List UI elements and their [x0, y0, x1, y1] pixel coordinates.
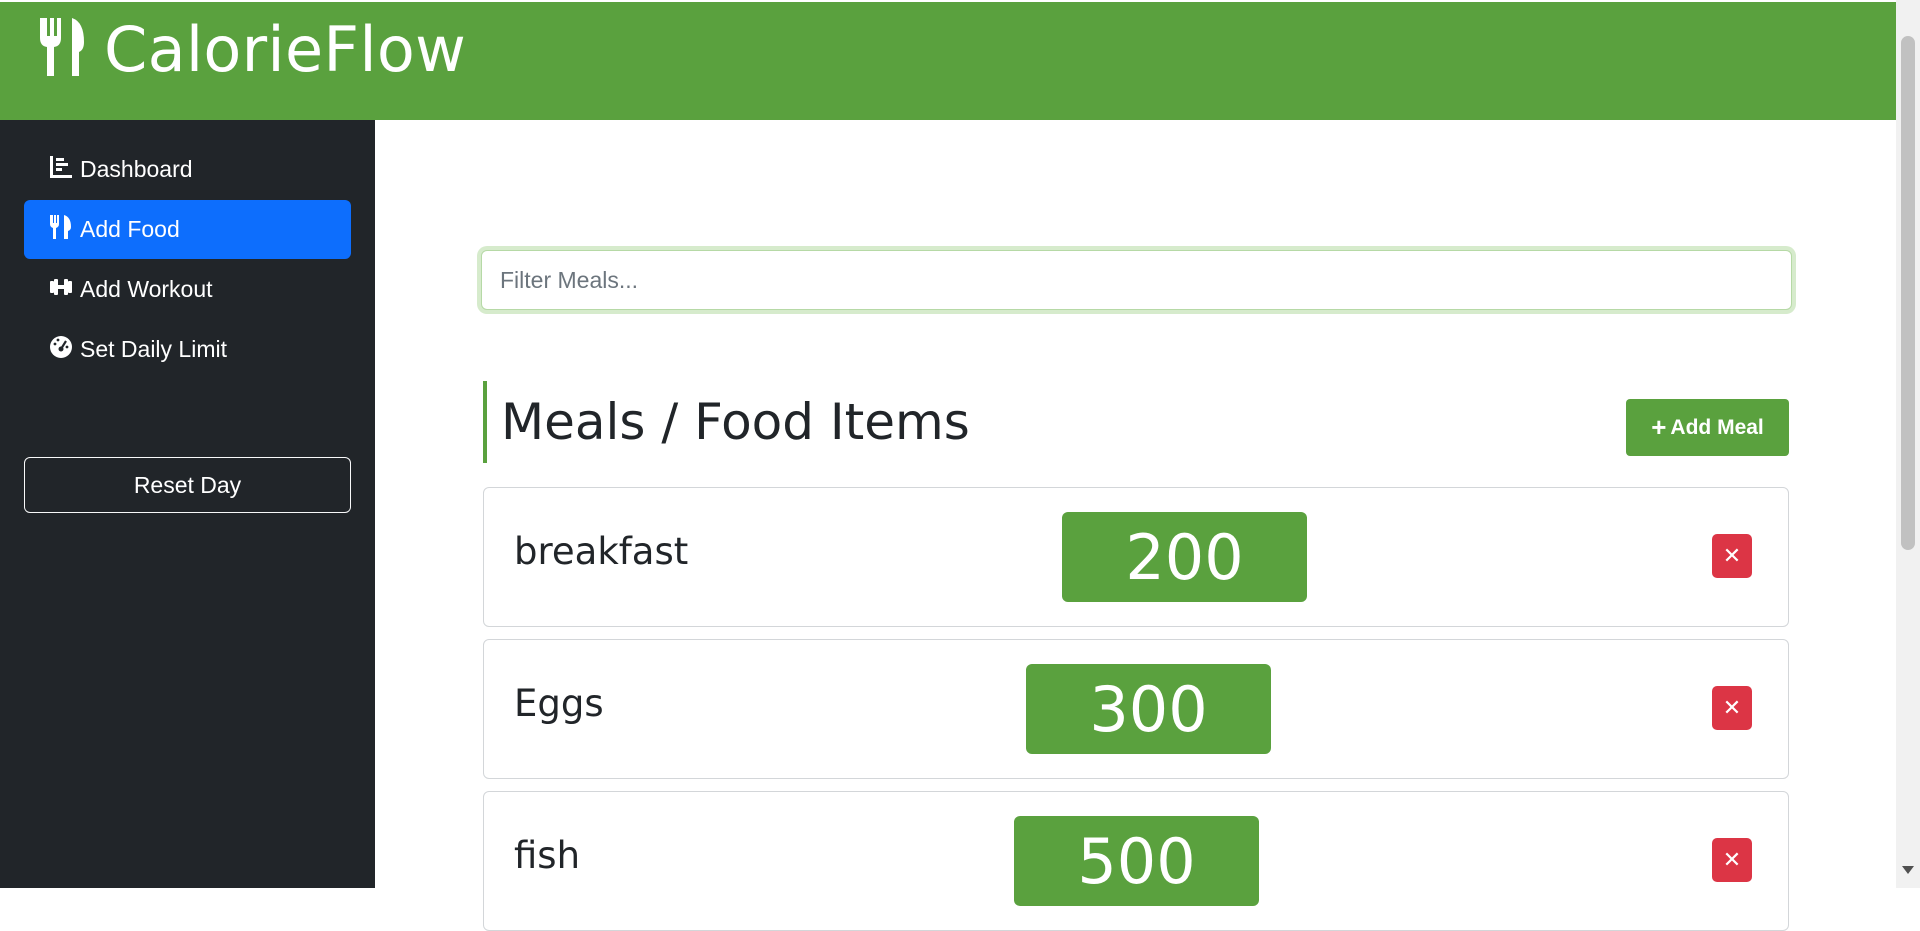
delete-meal-button[interactable]: ✕	[1712, 534, 1752, 578]
close-icon: ✕	[1722, 695, 1742, 721]
add-meal-label: Add Meal	[1670, 415, 1764, 439]
scroll-thumb[interactable]	[1901, 36, 1915, 550]
delete-meal-button[interactable]: ✕	[1712, 838, 1752, 882]
scroll-down-icon[interactable]	[1902, 866, 1914, 874]
brand[interactable]: CalorieFlow	[34, 13, 466, 86]
calorie-badge: 200	[1062, 512, 1307, 602]
sidebar-item-label: Add Food	[80, 216, 180, 242]
app-title: CalorieFlow	[104, 12, 467, 86]
close-icon: ✕	[1722, 847, 1742, 873]
reset-day-button[interactable]: Reset Day	[24, 457, 351, 513]
sidebar-item-add-food[interactable]: Add Food	[24, 200, 351, 259]
sidebar-item-label: Add Workout	[80, 276, 213, 302]
sidebar-item-dashboard[interactable]: Dashboard	[24, 140, 351, 199]
meal-card: fish 500 ✕	[483, 791, 1789, 931]
meal-card: Eggs 300 ✕	[483, 639, 1789, 779]
utensils-icon	[48, 214, 80, 246]
gauge-icon	[48, 334, 80, 366]
add-meal-button[interactable]: + Add Meal	[1626, 399, 1789, 456]
sidebar: Dashboard Add Food Add Workout Set Daily…	[0, 120, 375, 888]
meal-name: fish	[514, 834, 581, 877]
app-header: CalorieFlow	[0, 2, 1896, 120]
section-header: Meals / Food Items	[483, 381, 970, 463]
close-icon: ✕	[1722, 543, 1742, 569]
meal-name: Eggs	[514, 682, 604, 725]
filter-meals-input[interactable]	[481, 250, 1792, 310]
utensils-icon	[34, 16, 90, 83]
calorie-badge: 300	[1026, 664, 1271, 754]
plus-icon: +	[1651, 412, 1667, 442]
sidebar-item-set-daily-limit[interactable]: Set Daily Limit	[24, 320, 351, 379]
sidebar-item-label: Set Daily Limit	[80, 336, 227, 362]
page-scrollbar[interactable]	[1896, 0, 1920, 888]
sidebar-item-label: Dashboard	[80, 156, 193, 182]
meal-name: breakfast	[514, 530, 689, 573]
meal-card: breakfast 200 ✕	[483, 487, 1789, 627]
sidebar-item-add-workout[interactable]: Add Workout	[24, 260, 351, 319]
section-title: Meals / Food Items	[501, 393, 970, 451]
chart-bar-icon	[48, 154, 80, 186]
delete-meal-button[interactable]: ✕	[1712, 686, 1752, 730]
main-content: Meals / Food Items + Add Meal breakfast …	[375, 120, 1896, 931]
dumbbell-icon	[48, 274, 80, 306]
calorie-badge: 500	[1014, 816, 1259, 906]
